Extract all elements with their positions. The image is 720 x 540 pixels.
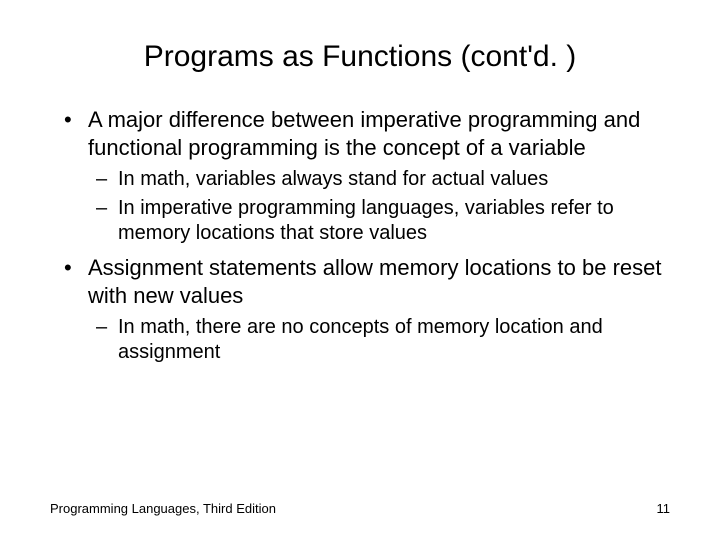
bullet-list: A major difference between imperative pr… <box>50 106 670 365</box>
bullet-item: A major difference between imperative pr… <box>60 106 670 246</box>
sub-bullet-item: In math, there are no concepts of memory… <box>96 315 670 365</box>
bullet-item: Assignment statements allow memory locat… <box>60 254 670 365</box>
sub-bullet-item: In math, variables always stand for actu… <box>96 167 670 192</box>
bullet-text: Assignment statements allow memory locat… <box>88 255 661 308</box>
sub-bullet-list: In math, variables always stand for actu… <box>88 167 670 246</box>
sub-bullet-list: In math, there are no concepts of memory… <box>88 315 670 365</box>
slide-footer: Programming Languages, Third Edition 11 <box>50 501 670 516</box>
sub-bullet-item: In imperative programming languages, var… <box>96 196 670 246</box>
footer-left: Programming Languages, Third Edition <box>50 501 276 516</box>
slide-title: Programs as Functions (cont'd. ) <box>50 40 670 74</box>
page-number: 11 <box>657 501 671 516</box>
bullet-text: A major difference between imperative pr… <box>88 107 640 160</box>
